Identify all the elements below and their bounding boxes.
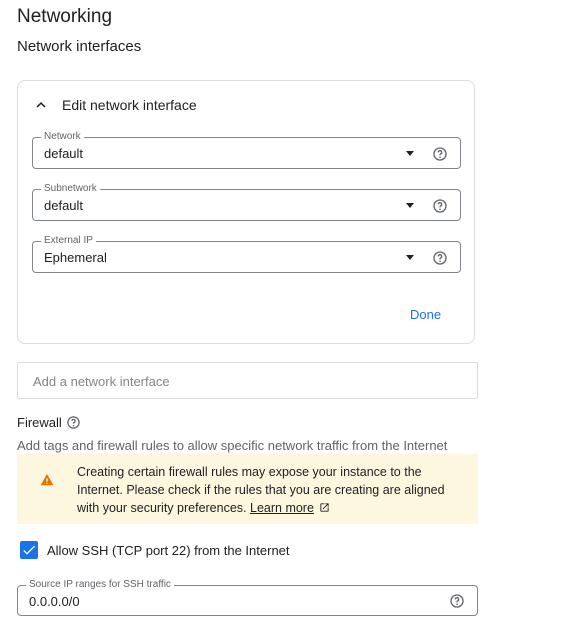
help-icon[interactable] — [449, 593, 465, 609]
warning-line-3-text: with your security preferences. — [77, 501, 247, 515]
card-header[interactable]: Edit network interface — [32, 96, 197, 114]
network-value: default — [44, 146, 84, 161]
source-ip-ranges-value: 0.0.0.0/0 — [29, 594, 80, 609]
learn-more-link[interactable]: Learn more — [250, 501, 314, 515]
help-icon[interactable] — [432, 198, 448, 214]
help-icon[interactable] — [66, 415, 81, 430]
help-icon[interactable] — [432, 250, 448, 266]
allow-ssh-label: Allow SSH (TCP port 22) from the Interne… — [47, 542, 290, 558]
firewall-heading: Firewall — [17, 415, 81, 430]
warning-line-3: with your security preferences. Learn mo… — [77, 499, 467, 517]
dropdown-arrow-icon[interactable] — [406, 255, 414, 260]
warning-line-1: Creating certain firewall rules may expo… — [77, 465, 422, 479]
dropdown-arrow-icon[interactable] — [406, 151, 414, 156]
add-network-interface-label: Add a network interface — [33, 374, 170, 389]
subnetwork-select[interactable]: Subnetwork default — [32, 183, 461, 221]
firewall-title: Firewall — [17, 415, 62, 430]
subnetwork-label: Subnetwork — [41, 183, 100, 195]
card-title: Edit network interface — [62, 97, 197, 113]
source-ip-ranges-input[interactable]: Source IP ranges for SSH traffic 0.0.0.0… — [17, 579, 478, 616]
external-link-icon[interactable] — [319, 502, 330, 513]
warning-line-2: Internet. Please check if the rules that… — [77, 483, 445, 497]
allow-ssh-checkbox[interactable] — [20, 541, 38, 559]
subsection-title: Network interfaces — [17, 38, 142, 55]
subnetwork-value: default — [44, 198, 84, 213]
add-network-interface-button[interactable]: Add a network interface — [17, 362, 478, 399]
done-button[interactable]: Done — [404, 305, 447, 324]
help-icon[interactable] — [432, 146, 448, 162]
firewall-description: Add tags and firewall rules to allow spe… — [17, 438, 448, 453]
source-ip-ranges-label: Source IP ranges for SSH traffic — [26, 579, 174, 591]
warning-text: Creating certain firewall rules may expo… — [77, 463, 467, 517]
section-title: Networking — [17, 6, 113, 27]
firewall-warning-banner: Creating certain firewall rules may expo… — [17, 454, 478, 524]
warning-icon — [40, 474, 54, 486]
network-label: Network — [41, 131, 84, 143]
external-ip-select[interactable]: External IP Ephemeral — [32, 235, 461, 273]
dropdown-arrow-icon[interactable] — [406, 203, 414, 208]
external-ip-label: External IP — [41, 235, 96, 247]
allow-ssh-row[interactable]: Allow SSH (TCP port 22) from the Interne… — [20, 541, 290, 559]
checkmark-icon — [23, 545, 35, 555]
external-ip-value: Ephemeral — [44, 250, 107, 265]
chevron-up-icon[interactable] — [32, 96, 50, 114]
network-select[interactable]: Network default — [32, 131, 461, 169]
